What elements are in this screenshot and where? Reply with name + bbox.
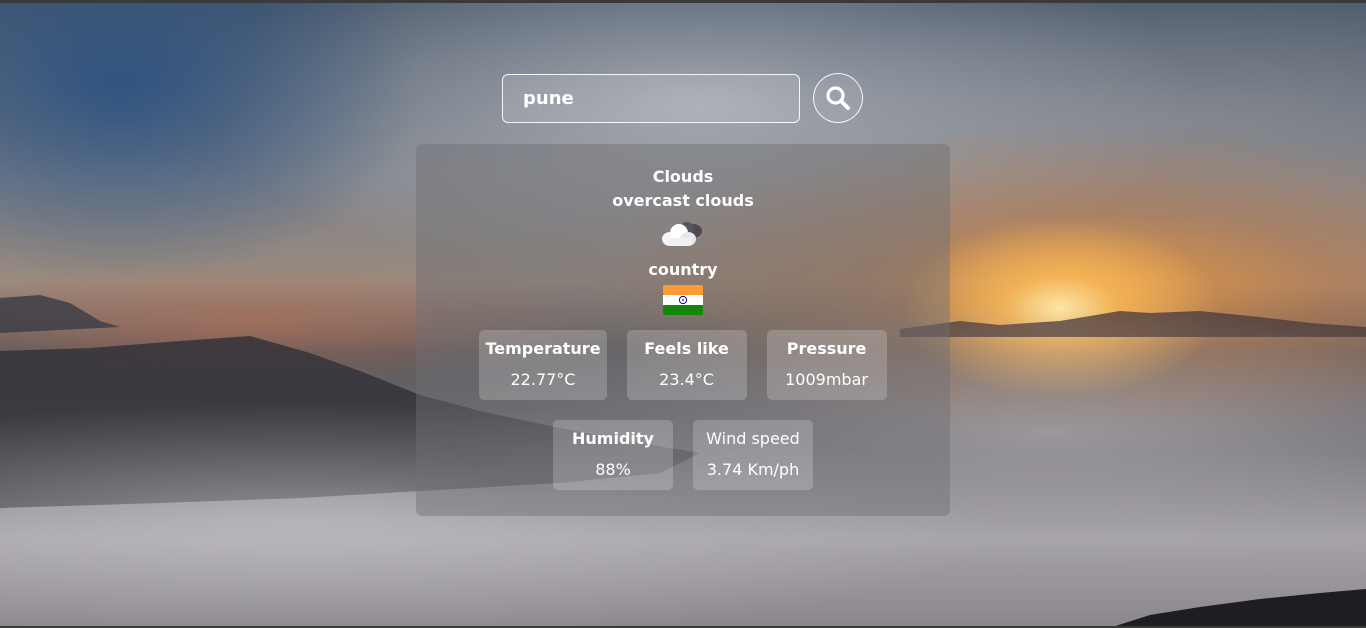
stat-label: Pressure	[786, 339, 867, 358]
stat-temperature: Temperature 22.77°C	[479, 330, 607, 400]
stat-value: 88%	[595, 460, 631, 479]
weather-main: Clouds	[652, 167, 714, 186]
search-bar	[502, 73, 863, 123]
stat-feels-like: Feels like 23.4°C	[626, 330, 747, 400]
search-icon	[826, 86, 850, 110]
stat-label: Feels like	[644, 339, 729, 358]
weather-description: overcast clouds	[612, 191, 754, 210]
stats-row-secondary: Humidity 88% Wind speed 3.74 Km/ph	[416, 420, 950, 490]
india-flag-icon	[663, 285, 703, 315]
stat-pressure: Pressure 1009mbar	[766, 330, 887, 400]
stat-value: 22.77°C	[510, 370, 576, 389]
weather-app: Clouds overcast clouds country	[0, 0, 1366, 628]
stats-row-primary: Temperature 22.77°C Feels like 23.4°C Pr…	[416, 330, 950, 400]
stat-wind-speed: Wind speed 3.74 Km/ph	[693, 420, 813, 490]
weather-card: Clouds overcast clouds country Temperatu…	[416, 144, 950, 516]
stat-label: Humidity	[572, 429, 654, 448]
weather-icon-wrapper	[416, 219, 950, 253]
search-button[interactable]	[813, 73, 863, 123]
stat-label: Wind speed	[706, 429, 800, 448]
stat-humidity: Humidity 88%	[553, 420, 673, 490]
country-label: country	[648, 260, 718, 279]
search-input[interactable]	[502, 73, 800, 123]
stat-value: 23.4°C	[659, 370, 714, 389]
stat-value: 3.74 Km/ph	[706, 460, 800, 479]
stat-label: Temperature	[485, 339, 601, 358]
cloud-icon	[662, 222, 702, 246]
stat-value: 1009mbar	[785, 370, 868, 389]
